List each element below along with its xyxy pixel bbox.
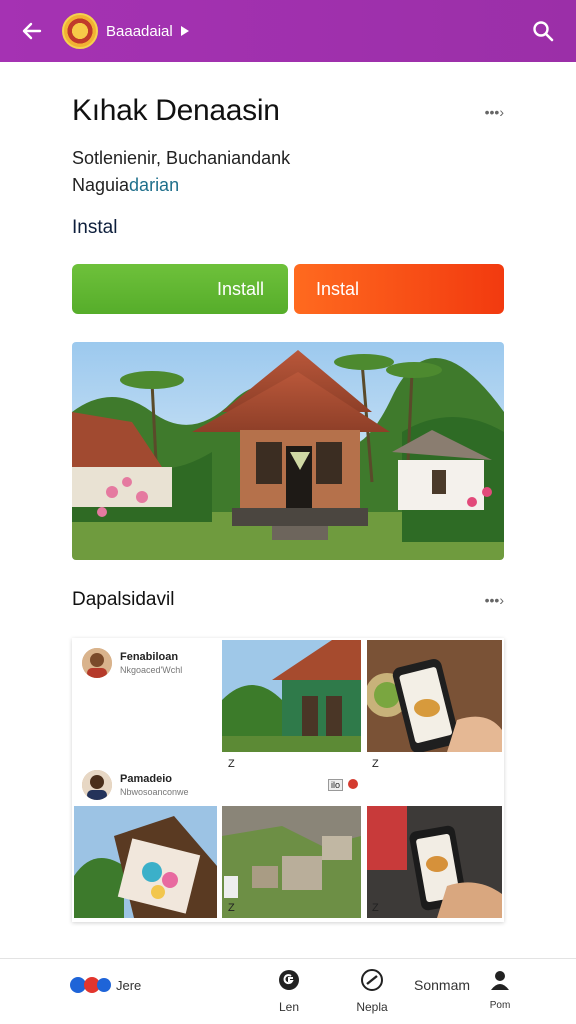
post-subtitle: Nbwosoanconwe bbox=[120, 787, 189, 797]
app-logo bbox=[62, 13, 98, 49]
record-icon bbox=[348, 779, 358, 789]
gallery-image[interactable] bbox=[367, 640, 502, 752]
app-subtitle: Sotlenienir, Buchaniandank bbox=[72, 148, 291, 168]
instal-button[interactable]: Instal bbox=[294, 264, 504, 314]
social-icon bbox=[70, 975, 112, 995]
mark-icon: Z bbox=[372, 902, 379, 914]
nav-item-nepla[interactable]: Nepla bbox=[352, 969, 392, 1014]
tag-icon: ilo bbox=[328, 779, 344, 791]
post-author: Pamadeio bbox=[120, 773, 172, 785]
nav-item-len[interactable]: Len bbox=[272, 969, 306, 1014]
more-icon[interactable]: •••› bbox=[485, 592, 504, 608]
app-subtitle-2: Naguiadarian bbox=[72, 175, 180, 195]
hero-image bbox=[72, 342, 504, 560]
search-icon[interactable] bbox=[532, 20, 554, 42]
gallery-image[interactable] bbox=[222, 640, 361, 752]
mark-icon: Z bbox=[372, 758, 379, 770]
play-icon[interactable] bbox=[180, 26, 189, 36]
app-header: Baaadaial bbox=[0, 0, 576, 62]
link-icon bbox=[352, 969, 392, 994]
nav-label: Len bbox=[278, 1000, 300, 1014]
bottom-nav: Jere Len Nepla Sonmam Pom bbox=[0, 958, 576, 1024]
g-icon bbox=[272, 969, 306, 994]
mark-icon: Z bbox=[228, 758, 235, 770]
post-author: Fenabiloan bbox=[120, 651, 179, 663]
gallery-image[interactable] bbox=[367, 806, 502, 918]
nav-item-jere[interactable]: Jere bbox=[70, 975, 141, 995]
install-label: Instal bbox=[72, 217, 118, 238]
mark-icon: Z bbox=[228, 902, 235, 914]
section-title: Dapalsidavil bbox=[72, 589, 175, 610]
post-subtitle: Nkgoaced'Wchl bbox=[120, 665, 183, 675]
nav-label: Pom bbox=[489, 1000, 511, 1011]
avatar bbox=[82, 770, 112, 800]
nav-item-pom[interactable]: Pom bbox=[486, 969, 514, 1011]
gallery-grid: Fenabiloan Nkgoaced'Wchl Z ilo Z Pamadei… bbox=[72, 638, 504, 922]
user-icon bbox=[486, 969, 514, 994]
post-header[interactable]: Pamadeio Nbwosoanconwe bbox=[82, 770, 189, 800]
post-header[interactable]: Fenabiloan Nkgoaced'Wchl bbox=[82, 648, 182, 678]
app-name: Kıhak Denaasin bbox=[72, 94, 280, 127]
nav-item-sonmam[interactable]: Sonmam bbox=[414, 977, 470, 993]
header-title: Baaadaial bbox=[106, 22, 173, 40]
nav-label: Jere bbox=[116, 977, 142, 993]
gallery-image[interactable] bbox=[222, 806, 361, 918]
nav-label: Nepla bbox=[356, 1000, 388, 1014]
gallery-image[interactable] bbox=[74, 806, 217, 918]
avatar bbox=[82, 648, 112, 678]
arrow-left-icon[interactable] bbox=[20, 19, 44, 43]
more-icon[interactable]: •••› bbox=[485, 104, 504, 120]
install-button[interactable]: Install bbox=[72, 264, 288, 314]
